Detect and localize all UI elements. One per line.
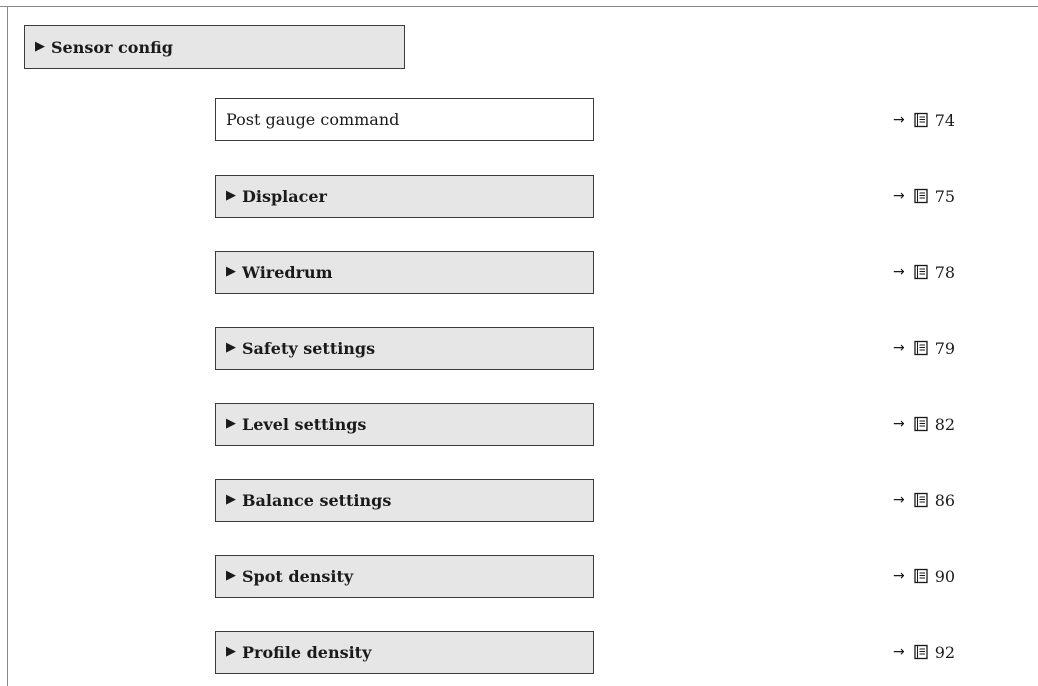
- page-reference[interactable]: → 90: [893, 566, 1003, 586]
- submenu-label: Spot density: [242, 567, 354, 586]
- submenu-safety-settings[interactable]: ▶ Safety settings: [215, 327, 594, 370]
- submenu-marker-icon: ▶: [226, 340, 236, 355]
- submenu-label: Safety settings: [242, 339, 376, 358]
- page-number: 90: [934, 566, 956, 586]
- submenu-label: Balance settings: [242, 491, 392, 510]
- submenu-label: Level settings: [242, 415, 367, 434]
- page-number: 86: [934, 490, 956, 510]
- page-reference[interactable]: → 78: [893, 262, 1003, 282]
- book-icon: [914, 568, 928, 584]
- submenu-marker-icon: ▶: [226, 264, 236, 279]
- book-icon: [914, 188, 928, 204]
- submenu-marker-icon: ▶: [226, 644, 236, 659]
- page-number: 75: [934, 186, 956, 206]
- page-reference[interactable]: → 74: [893, 110, 1003, 130]
- top-rule: [0, 6, 1038, 7]
- submenu-marker-icon: ▶: [226, 416, 236, 431]
- arrow-icon: →: [893, 644, 905, 660]
- arrow-icon: →: [893, 112, 905, 128]
- submenu-profile-density[interactable]: ▶ Profile density: [215, 631, 594, 674]
- book-icon: [914, 112, 928, 128]
- arrow-icon: →: [893, 188, 905, 204]
- submenu-marker-icon: ▶: [226, 492, 236, 507]
- page-reference[interactable]: → 82: [893, 414, 1003, 434]
- submenu-marker-icon: ▶: [35, 38, 45, 54]
- parameter-label: Post gauge command: [226, 110, 400, 129]
- arrow-icon: →: [893, 340, 905, 356]
- submenu-sensor-config[interactable]: ▶ Sensor config: [24, 25, 405, 69]
- arrow-icon: →: [893, 416, 905, 432]
- arrow-icon: →: [893, 568, 905, 584]
- submenu-label: Wiredrum: [242, 263, 333, 282]
- page-reference[interactable]: → 75: [893, 186, 1003, 206]
- page-number: 74: [934, 110, 956, 130]
- submenu-marker-icon: ▶: [226, 568, 236, 583]
- book-icon: [914, 264, 928, 280]
- page-number: 78: [934, 262, 956, 282]
- submenu-spot-density[interactable]: ▶ Spot density: [215, 555, 594, 598]
- page-reference[interactable]: → 79: [893, 338, 1003, 358]
- book-icon: [914, 644, 928, 660]
- submenu-wiredrum[interactable]: ▶ Wiredrum: [215, 251, 594, 294]
- submenu-label: Profile density: [242, 643, 372, 662]
- arrow-icon: →: [893, 264, 905, 280]
- page-reference[interactable]: → 92: [893, 642, 1003, 662]
- submenu-balance-settings[interactable]: ▶ Balance settings: [215, 479, 594, 522]
- arrow-icon: →: [893, 492, 905, 508]
- book-icon: [914, 416, 928, 432]
- book-icon: [914, 492, 928, 508]
- book-icon: [914, 340, 928, 356]
- page-number: 79: [934, 338, 956, 358]
- submenu-displacer[interactable]: ▶ Displacer: [215, 175, 594, 218]
- submenu-label: Sensor config: [51, 37, 173, 57]
- submenu-marker-icon: ▶: [226, 188, 236, 203]
- parameter-post-gauge-command[interactable]: Post gauge command: [215, 98, 594, 141]
- submenu-level-settings[interactable]: ▶ Level settings: [215, 403, 594, 446]
- page-number: 82: [934, 414, 956, 434]
- page-number: 92: [934, 642, 956, 662]
- left-rule: [7, 6, 8, 686]
- submenu-label: Displacer: [242, 187, 327, 206]
- page-reference[interactable]: → 86: [893, 490, 1003, 510]
